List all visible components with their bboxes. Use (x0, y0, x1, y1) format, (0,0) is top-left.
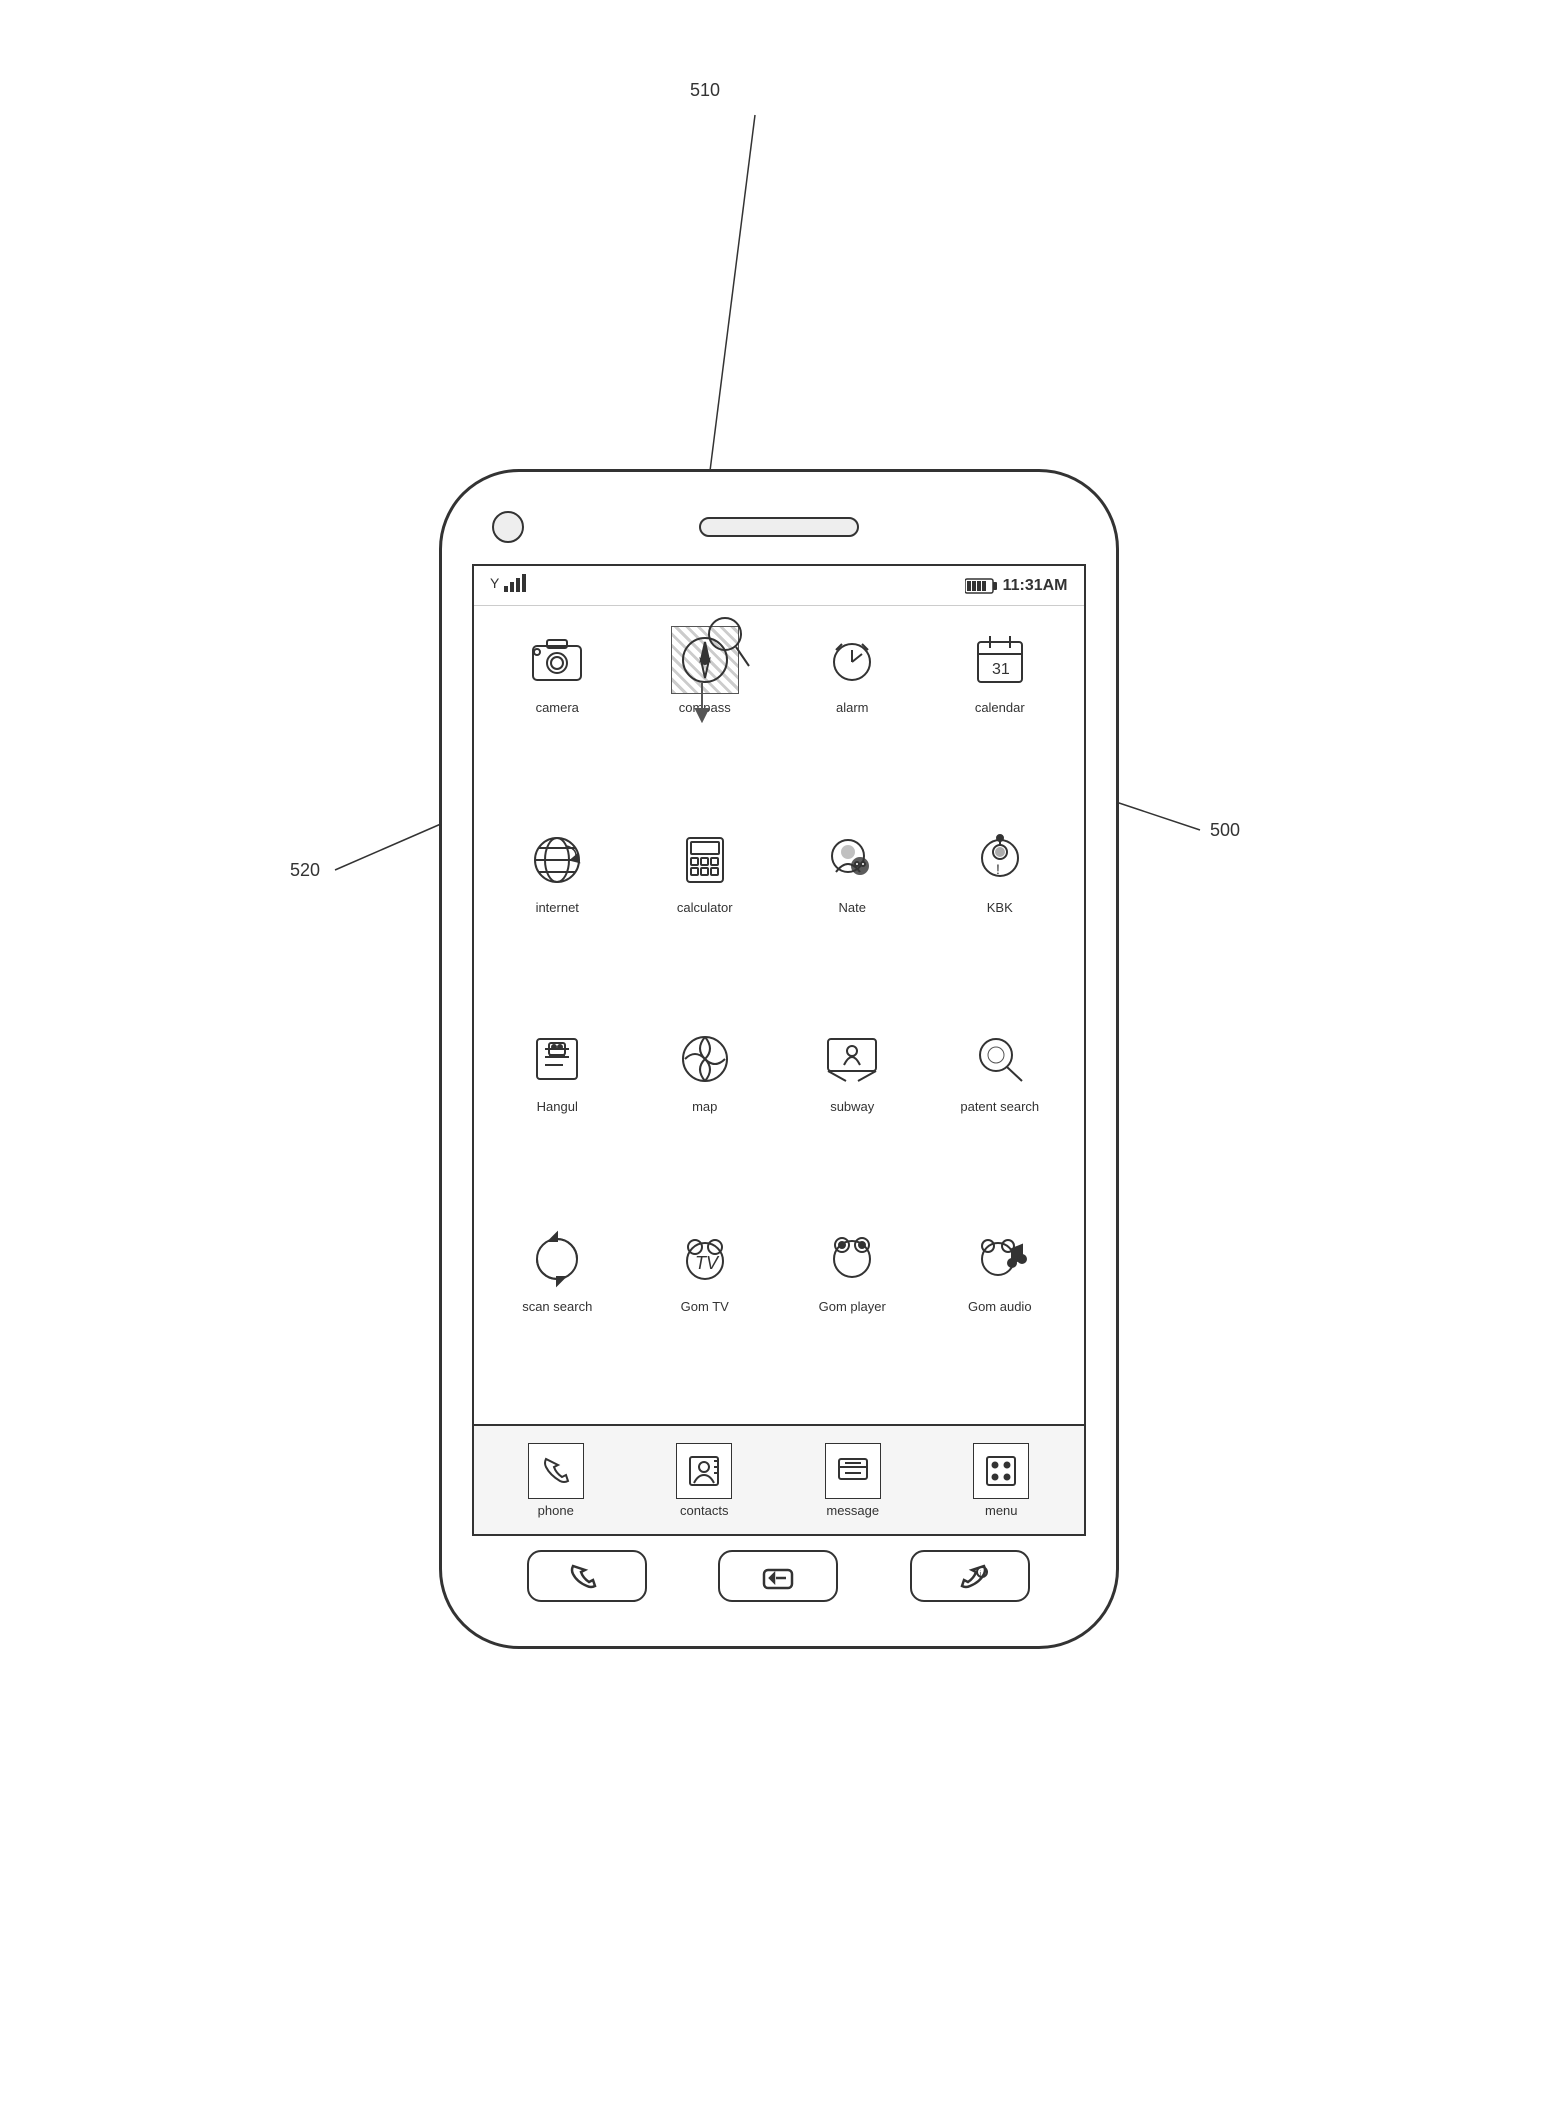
menu-icon (973, 1443, 1029, 1499)
menu-label: menu (985, 1503, 1018, 1518)
app-nate[interactable]: Nate (779, 816, 927, 1016)
call-button[interactable] (527, 1550, 647, 1602)
phone-icon (528, 1443, 584, 1499)
app-gom-player[interactable]: Gom player (779, 1215, 927, 1415)
app-camera[interactable]: camera (484, 616, 632, 816)
end-call-button[interactable]: i (910, 1550, 1030, 1602)
annotation-520: 520 (290, 860, 320, 881)
kbk-icon: ! (966, 826, 1034, 894)
dock-message[interactable]: message (779, 1434, 928, 1526)
camera-label: camera (536, 700, 579, 715)
app-calculator[interactable]: calculator (631, 816, 779, 1016)
app-kbk[interactable]: ! KBK (926, 816, 1074, 1016)
scan-search-icon (523, 1225, 591, 1293)
calendar-icon: 31 (966, 626, 1034, 694)
contacts-icon (676, 1443, 732, 1499)
scan-search-label: scan search (522, 1299, 592, 1314)
contacts-label: contacts (680, 1503, 728, 1518)
calculator-icon (671, 826, 739, 894)
status-bar: Y 11:31AM (474, 566, 1084, 606)
phone-screen: Y 11:31AM (472, 564, 1086, 1536)
time-display: 11:31AM (1003, 577, 1068, 595)
app-gom-tv[interactable]: TV Gom TV (631, 1215, 779, 1415)
annotation-500: 500 (1210, 820, 1240, 841)
phone-device: Y 11:31AM (439, 469, 1119, 1649)
gom-player-label: Gom player (819, 1299, 886, 1314)
camera-icon (523, 626, 591, 694)
hangul-icon (523, 1025, 591, 1093)
svg-text:!: ! (996, 861, 1000, 877)
dock-contacts[interactable]: contacts (630, 1434, 779, 1526)
svg-text:Y: Y (490, 575, 500, 591)
speaker (699, 517, 859, 537)
internet-label: internet (536, 900, 579, 915)
dock: phone contacts (474, 1424, 1084, 1534)
gom-audio-label: Gom audio (968, 1299, 1032, 1314)
compass-arrow (692, 683, 712, 723)
app-map[interactable]: map (631, 1015, 779, 1215)
svg-text:TV: TV (695, 1253, 720, 1273)
alarm-icon (818, 626, 886, 694)
gom-tv-icon: TV (671, 1225, 739, 1293)
magnifier-overlay (703, 612, 753, 672)
front-camera (492, 511, 524, 543)
app-hangul[interactable]: Hangul (484, 1015, 632, 1215)
app-patent-search[interactable]: patent search (926, 1015, 1074, 1215)
patent-search-label: patent search (960, 1099, 1039, 1114)
signal-icon: Y (490, 572, 530, 599)
app-subway[interactable]: subway (779, 1015, 927, 1215)
compass-icon (671, 626, 739, 694)
home-button[interactable] (718, 1550, 838, 1602)
subway-icon (818, 1025, 886, 1093)
subway-label: subway (830, 1099, 874, 1114)
app-alarm[interactable]: alarm (779, 616, 927, 816)
dock-phone[interactable]: phone (482, 1434, 631, 1526)
calendar-label: calendar (975, 700, 1025, 715)
annotation-510: 510 (690, 80, 720, 101)
svg-text:31: 31 (992, 661, 1010, 678)
dock-menu[interactable]: menu (927, 1434, 1076, 1526)
hangul-label: Hangul (537, 1099, 578, 1114)
hardware-buttons: i (472, 1536, 1086, 1616)
message-icon (825, 1443, 881, 1499)
gom-tv-label: Gom TV (681, 1299, 729, 1314)
alarm-label: alarm (836, 700, 869, 715)
map-label: map (692, 1099, 717, 1114)
kbk-label: KBK (987, 900, 1013, 915)
patent-search-icon (966, 1025, 1034, 1093)
status-time: 11:31AM (965, 577, 1068, 595)
phone-top-area (472, 502, 1086, 552)
internet-icon (523, 826, 591, 894)
nate-icon (818, 826, 886, 894)
gom-audio-icon (966, 1225, 1034, 1293)
app-calendar[interactable]: 31 calendar (926, 616, 1074, 816)
phone-label: phone (538, 1503, 574, 1518)
app-compass[interactable]: compass (631, 616, 779, 816)
app-gom-audio[interactable]: Gom audio (926, 1215, 1074, 1415)
nate-label: Nate (839, 900, 866, 915)
map-icon (671, 1025, 739, 1093)
message-label: message (826, 1503, 879, 1518)
app-internet[interactable]: internet (484, 816, 632, 1016)
app-grid: camera (474, 606, 1084, 1424)
calculator-label: calculator (677, 900, 733, 915)
page: 510 500 520 Y (0, 0, 1557, 2118)
gom-player-icon (818, 1225, 886, 1293)
app-scan-search[interactable]: scan search (484, 1215, 632, 1415)
